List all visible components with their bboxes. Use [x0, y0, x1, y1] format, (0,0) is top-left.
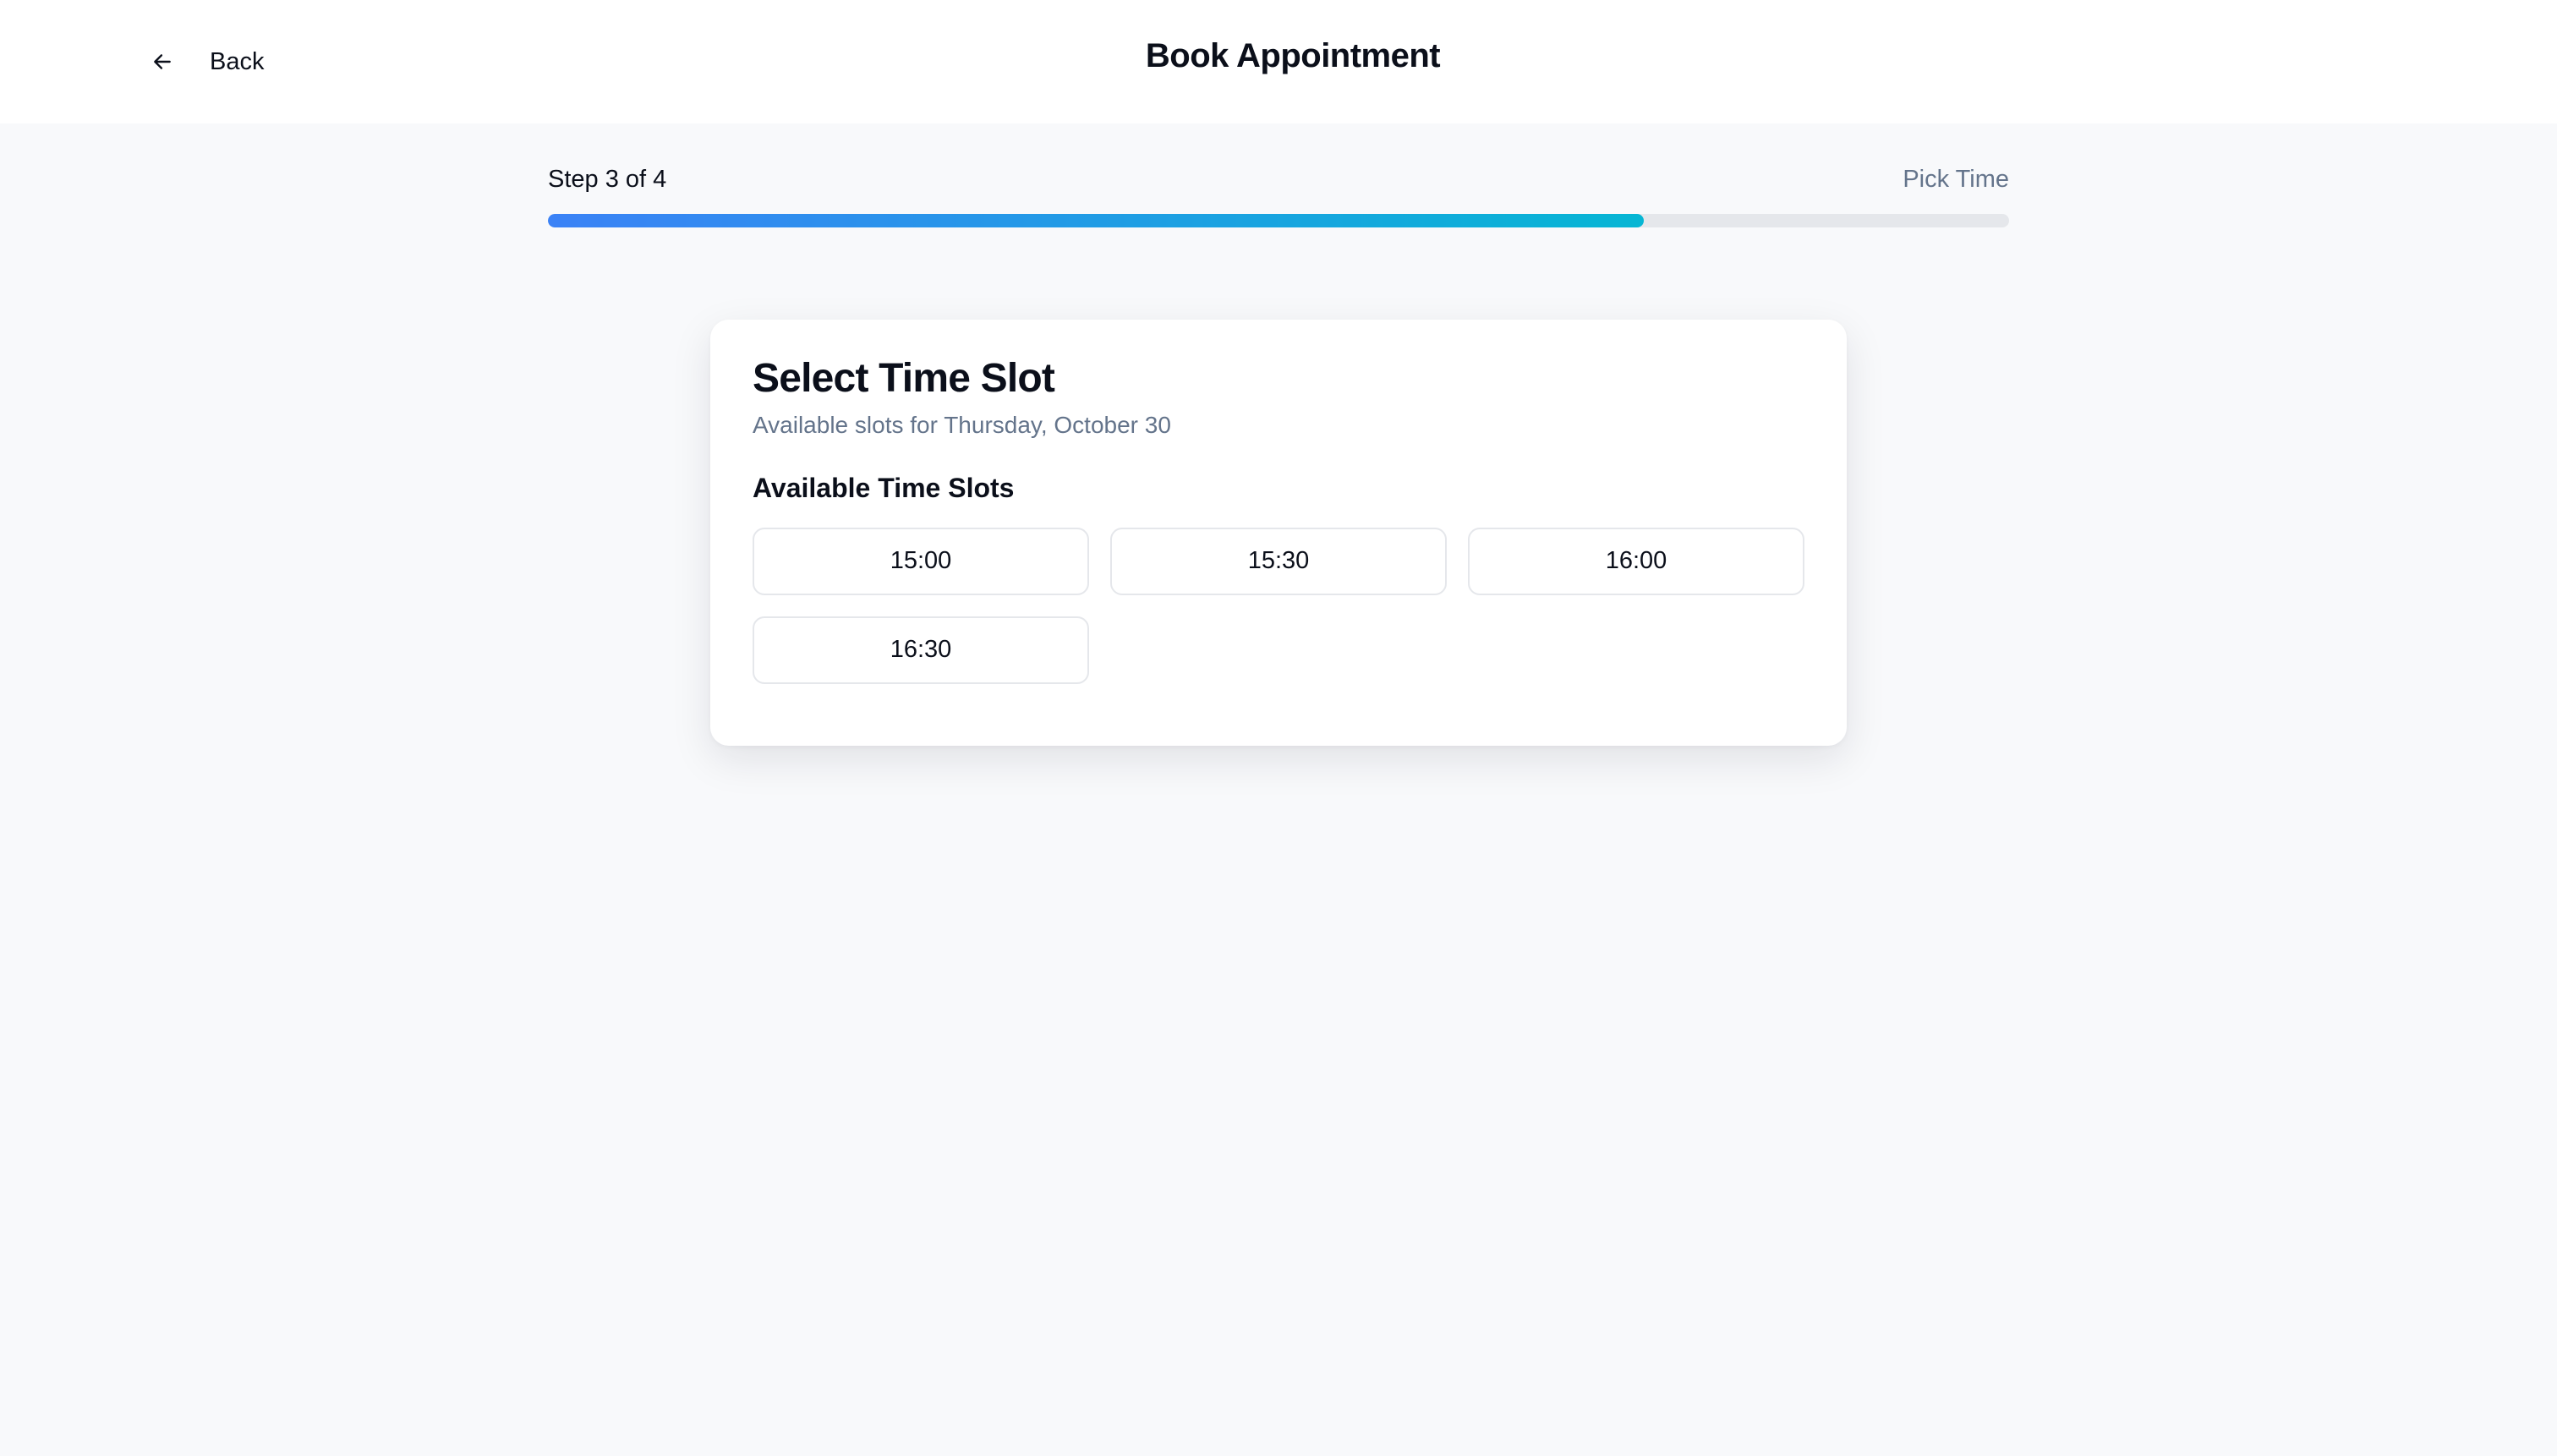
time-slot-button[interactable]: 15:00 [753, 527, 1089, 595]
step-progress: Step 3 of 4 Pick Time [548, 166, 2009, 227]
top-bar: Back Book Appointment [0, 0, 2557, 123]
page-title: Book Appointment [1145, 37, 1441, 74]
step-counter: Step 3 of 4 [548, 166, 667, 193]
card-subtitle: Available slots for Thursday, October 30 [753, 411, 1171, 438]
time-slot-grid: 15:00 15:30 16:00 16:30 [753, 527, 1804, 684]
progress-meta: Step 3 of 4 Pick Time [548, 166, 2009, 194]
card-title: Select Time Slot [753, 356, 1055, 401]
time-slot-button[interactable]: 16:00 [1468, 527, 1804, 595]
step-name: Pick Time [1903, 166, 2009, 193]
time-slot-button[interactable]: 16:30 [753, 616, 1089, 684]
slots-section-title: Available Time Slots [753, 472, 1015, 503]
progress-track [548, 214, 2009, 227]
time-slot-card: Select Time Slot Available slots for Thu… [710, 320, 1847, 746]
time-slot-button[interactable]: 15:30 [1110, 527, 1447, 595]
progress-fill [548, 214, 1644, 227]
